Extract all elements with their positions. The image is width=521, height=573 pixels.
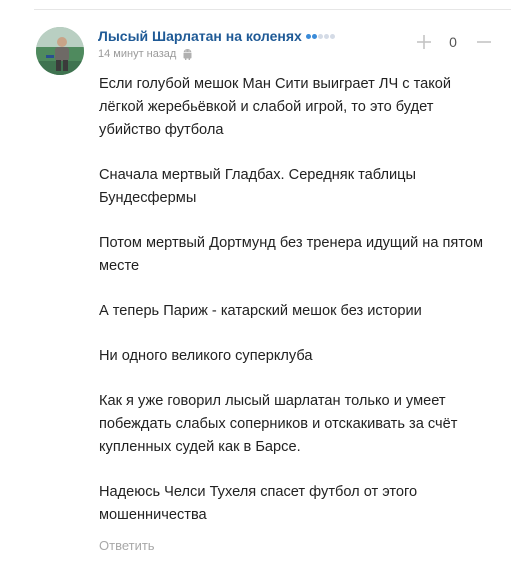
rating-dot-active bbox=[311, 33, 317, 39]
comment-paragraph: Потом мертвый Дортмунд без тренера идущи… bbox=[99, 235, 484, 274]
android-icon bbox=[182, 48, 193, 60]
minus-icon[interactable] bbox=[475, 33, 493, 51]
rating-dot-inactive bbox=[317, 33, 323, 39]
vote-controls: 0 bbox=[415, 33, 493, 51]
comment-time: 14 минут назад bbox=[98, 48, 177, 60]
comment-card: Лысый Шарлатан на коленях 14 минут назад bbox=[0, 0, 521, 573]
comment-paragraph: Ни одного великого суперклуба bbox=[99, 348, 313, 364]
comment-paragraph: Сначала мертвый Гладбах. Середняк таблиц… bbox=[99, 167, 416, 206]
reply-button[interactable]: Ответить bbox=[99, 538, 155, 553]
comment-paragraph: Если голубой мешок Ман Сити выиграет ЛЧ … bbox=[99, 76, 452, 138]
avatar-image bbox=[36, 27, 84, 75]
comment-body: Если голубой мешок Ман Сити выиграет ЛЧ … bbox=[99, 73, 499, 527]
user-rating-dots bbox=[305, 33, 335, 39]
rating-dot-inactive bbox=[323, 33, 329, 39]
author-name[interactable]: Лысый Шарлатан на коленях bbox=[98, 28, 302, 44]
rating-dot-inactive bbox=[329, 33, 335, 39]
comment-paragraph: Надеюсь Челси Тухеля спасет футбол от эт… bbox=[99, 484, 418, 523]
plus-icon[interactable] bbox=[415, 33, 433, 51]
rating-dot-active bbox=[305, 33, 311, 39]
top-divider bbox=[34, 9, 511, 10]
vote-count: 0 bbox=[449, 34, 457, 50]
comment-paragraph: А теперь Париж - катарский мешок без ист… bbox=[99, 303, 422, 319]
avatar[interactable] bbox=[36, 27, 84, 75]
comment-paragraph: Как я уже говорил лысый шарлатан только … bbox=[99, 393, 458, 455]
